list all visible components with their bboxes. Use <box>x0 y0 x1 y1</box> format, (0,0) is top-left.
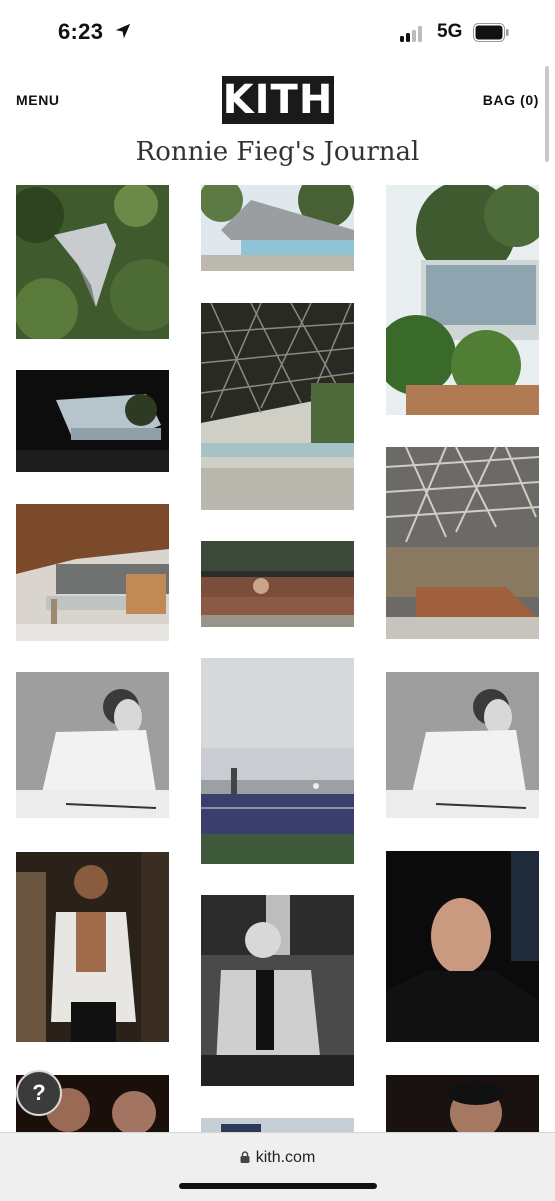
photo-aerial-house[interactable] <box>16 185 169 339</box>
photo-coffered-concrete-interior[interactable] <box>386 447 539 639</box>
photo-triangular-roof-pool[interactable] <box>201 303 354 510</box>
photo-glass-house-city[interactable] <box>386 185 539 415</box>
cellular-signal-icon <box>400 26 430 42</box>
lock-icon <box>240 1151 250 1163</box>
photo-actor-courtroom[interactable] <box>201 895 354 1086</box>
home-indicator <box>179 1183 377 1189</box>
logo-text: KITH <box>222 77 334 123</box>
photo-tennis-court-fog[interactable] <box>201 658 354 864</box>
photo-architect-drafting[interactable] <box>16 672 169 818</box>
browser-address-bar[interactable]: kith.com <box>0 1132 555 1201</box>
clock-time: 6:23 <box>58 19 104 44</box>
url-display[interactable]: kith.com <box>0 1149 555 1167</box>
photo-actor-portrait-partial[interactable] <box>386 1075 539 1135</box>
photo-living-room-wood-roof[interactable] <box>16 504 169 641</box>
status-bar: 6:23 5G <box>0 0 555 64</box>
question-mark-icon: ? <box>32 1080 46 1105</box>
help-button[interactable]: ? <box>16 1070 62 1116</box>
network-type: 5G <box>437 21 463 42</box>
kith-logo[interactable]: KITH <box>222 76 334 124</box>
url-text: kith.com <box>255 1149 316 1166</box>
page-title: Ronnie Fieg's Journal <box>135 137 420 167</box>
battery-icon <box>473 23 509 42</box>
menu-button[interactable]: MENU <box>16 92 60 108</box>
photo-sunken-lounge[interactable] <box>201 541 354 627</box>
photo-view-to-sea[interactable] <box>16 370 169 472</box>
bag-button[interactable]: BAG (0) <box>483 92 539 108</box>
location-arrow-icon <box>115 23 131 39</box>
photo-actor-closet[interactable] <box>16 852 169 1042</box>
photo-angular-roof-pool[interactable] <box>201 185 354 271</box>
photo-actor-portrait[interactable] <box>386 851 539 1042</box>
photo-architect-drafting-2[interactable] <box>386 672 539 818</box>
